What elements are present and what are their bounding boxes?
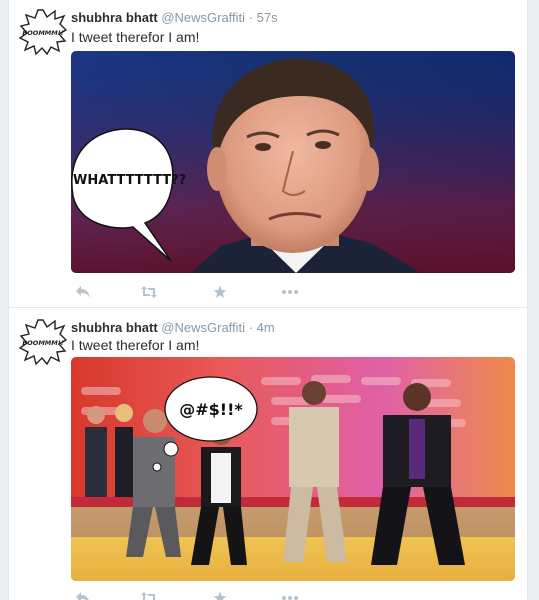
tweet[interactable]: BOOMMM!! shubhra bhatt @NewsGraffiti · 4…	[9, 308, 527, 600]
avatar-explosion-icon: BOOMMM!!	[19, 319, 67, 366]
tweet-text: I tweet therefor I am!	[71, 29, 200, 45]
avatar-caption: BOOMMM!!	[22, 339, 63, 347]
separator: ·	[248, 10, 254, 25]
favorite-button[interactable]	[208, 282, 232, 302]
tweet-actions	[71, 282, 371, 302]
favorite-star-icon	[213, 285, 227, 298]
thought-bubble-text: @#$!!*	[179, 400, 243, 419]
tweet-photo: WHATTTTTTT??	[71, 51, 515, 273]
more-dots-icon	[282, 290, 298, 294]
more-dots-icon	[282, 596, 298, 600]
tweet-actions	[71, 588, 371, 600]
separator: ·	[248, 320, 254, 335]
retweet-icon	[141, 286, 157, 298]
favorite-star-icon	[213, 591, 227, 600]
tweet-photo: @#$!!*	[71, 357, 515, 581]
reply-button[interactable]	[71, 588, 95, 600]
favorite-button[interactable]	[208, 588, 232, 600]
author-handle[interactable]: @NewsGraffiti	[161, 10, 245, 25]
tweet-text: I tweet therefor I am!	[71, 337, 200, 353]
author-name[interactable]: shubhra bhatt	[71, 320, 158, 335]
tweet-header: shubhra bhatt @NewsGraffiti · 57s	[71, 10, 278, 25]
reply-icon	[76, 286, 90, 298]
tweet[interactable]: BOOMMM!! shubhra bhatt @NewsGraffiti · 5…	[9, 0, 527, 308]
retweet-button[interactable]	[137, 588, 161, 600]
retweet-button[interactable]	[137, 282, 161, 302]
avatar[interactable]: BOOMMM!!	[19, 8, 67, 56]
timestamp[interactable]: 57s	[257, 10, 278, 25]
timestamp[interactable]: 4m	[257, 320, 275, 335]
author-name[interactable]: shubhra bhatt	[71, 10, 158, 25]
more-button[interactable]	[278, 588, 302, 600]
avatar[interactable]: BOOMMM!!	[19, 318, 67, 366]
reply-button[interactable]	[71, 282, 95, 302]
more-button[interactable]	[278, 282, 302, 302]
tweet-header: shubhra bhatt @NewsGraffiti · 4m	[71, 320, 275, 335]
author-handle[interactable]: @NewsGraffiti	[161, 320, 245, 335]
retweet-icon	[141, 592, 155, 600]
timeline: BOOMMM!! shubhra bhatt @NewsGraffiti · 5…	[8, 0, 528, 600]
reply-icon	[76, 592, 89, 600]
tweet-media[interactable]: WHATTTTTTT??	[71, 51, 515, 273]
speech-bubble-text: WHATTTTTTT??	[73, 173, 186, 188]
avatar-explosion-icon: BOOMMM!!	[19, 9, 67, 56]
tweet-media[interactable]: @#$!!*	[71, 357, 515, 581]
avatar-caption: BOOMMM!!	[22, 29, 63, 37]
